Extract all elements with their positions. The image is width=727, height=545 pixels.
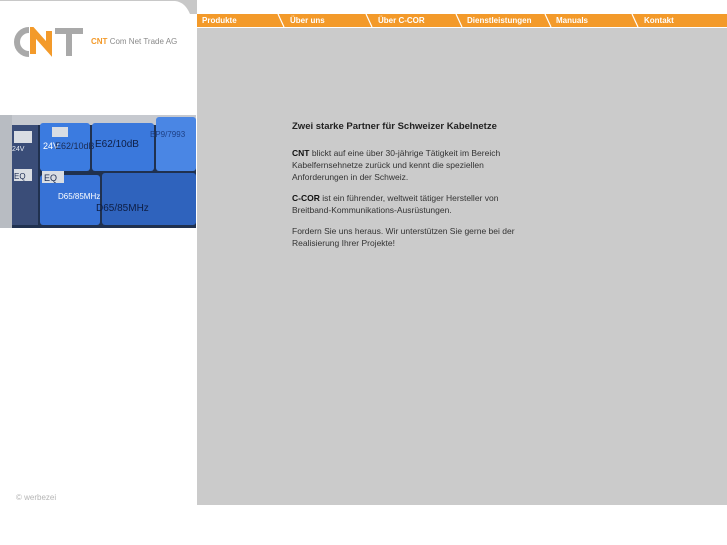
company-name: CNT Com Net Trade AG	[91, 37, 177, 46]
photo-label: BP9/7993	[150, 130, 186, 139]
nav-item-dienstleistungen[interactable]: Dienstleistungen	[467, 14, 531, 27]
top-bar	[0, 0, 197, 14]
main-nav: Produkte Über uns Über C-COR Dienstleist…	[197, 14, 727, 27]
paragraph-cnt: CNT blickt auf eine über 30-jährige Täti…	[292, 147, 522, 183]
photo-label: D65/85MHz	[58, 192, 100, 201]
photo-label: EQ	[44, 173, 57, 183]
paragraph-ccor: C-COR ist ein führender, weltweit tätige…	[292, 192, 522, 216]
nav-item-produkte[interactable]: Produkte	[202, 14, 237, 27]
page-heading: Zwei starke Partner für Schweizer Kabeln…	[292, 121, 497, 132]
company-short: CNT	[91, 37, 108, 46]
nav-separator	[544, 14, 552, 27]
photo-label: 24V	[12, 146, 25, 153]
nav-underline	[197, 27, 727, 28]
photo-label: EQ	[14, 172, 26, 181]
photo-label: E62/10dB	[95, 139, 139, 150]
nav-item-manuals[interactable]: Manuals	[556, 14, 588, 27]
intro-text: Zwei starke Partner für Schweizer Kabeln…	[292, 121, 522, 258]
equipment-photo: 24V BP9/7993 24V E62/10dB E62/10dB EQ EQ…	[0, 115, 196, 228]
paragraph-ccor-text: ist ein führender, weltweit tätiger Hers…	[292, 193, 499, 215]
paragraph-cnt-text: blickt auf eine über 30-jährige Tätigkei…	[292, 148, 501, 182]
content-area	[197, 14, 727, 505]
nav-item-ueber-uns[interactable]: Über uns	[290, 14, 325, 27]
photo-label: E62/10dB	[55, 141, 95, 151]
nav-separator	[277, 14, 285, 27]
left-column	[0, 0, 197, 505]
photo-label: D65/85MHz	[96, 203, 149, 214]
company-full: Com Net Trade AG	[109, 37, 178, 46]
nav-separator	[365, 14, 373, 27]
copyright[interactable]: © werbezei	[16, 493, 56, 502]
equipment-photo-graphic: 24V BP9/7993 24V E62/10dB E62/10dB EQ EQ…	[0, 115, 196, 228]
nav-separator	[631, 14, 639, 27]
nav-item-ueber-ccor[interactable]: Über C-COR	[378, 14, 425, 27]
paragraph-ccor-strong: C-COR	[292, 193, 320, 203]
cnt-logo[interactable]	[11, 27, 86, 57]
paragraph-cnt-strong: CNT	[292, 148, 310, 158]
nav-item-kontakt[interactable]: Kontakt	[644, 14, 674, 27]
paragraph-contact: Fordern Sie uns heraus. Wir unterstützen…	[292, 226, 515, 248]
nav-separator	[455, 14, 463, 27]
